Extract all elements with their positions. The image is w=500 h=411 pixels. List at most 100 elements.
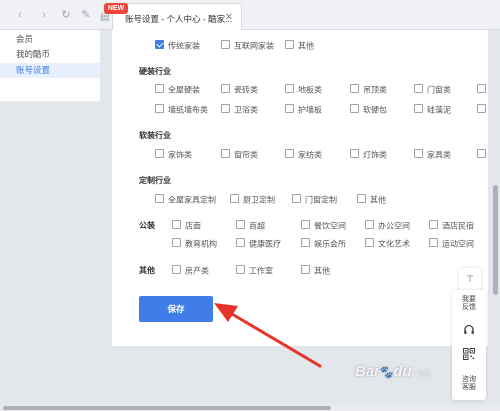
- checkbox-custom[interactable]: 全屋家具定制: [155, 194, 216, 206]
- checkbox-box[interactable]: [221, 104, 230, 114]
- checkbox-box[interactable]: [285, 149, 294, 159]
- checkbox-box[interactable]: [155, 84, 164, 94]
- checkbox-box[interactable]: [301, 265, 310, 275]
- checkbox-soft[interactable]: 灯饰类: [350, 149, 387, 161]
- browser-tab[interactable]: 账号设置 - 个人中心 - 酷家... ✕: [112, 3, 242, 30]
- checkbox-other[interactable]: 其他: [301, 265, 330, 277]
- checkbox-public[interactable]: 酒店民宿: [429, 220, 474, 232]
- checkbox-box[interactable]: [155, 149, 164, 159]
- checkbox-box[interactable]: [172, 238, 181, 248]
- checkbox-hard[interactable]: 护墙板: [285, 104, 322, 116]
- checkbox-hard[interactable]: 卫浴类: [221, 104, 258, 116]
- pin-icon[interactable]: ✎: [80, 9, 92, 21]
- checkbox-hard[interactable]: 软硬包: [350, 104, 387, 116]
- consult-link[interactable]: 咨询 客服: [452, 376, 486, 392]
- checkbox-box[interactable]: [285, 40, 294, 50]
- checkbox-box[interactable]: [429, 220, 438, 230]
- checkbox-public[interactable]: 文化艺术: [365, 238, 410, 250]
- checkbox-box[interactable]: [414, 84, 423, 94]
- checkbox-soft[interactable]: 家具类: [414, 149, 451, 161]
- sidebar: 会员 我的酷币 账号设置: [0, 30, 100, 102]
- checkbox-hard[interactable]: 门窗类: [414, 84, 451, 96]
- forward-icon[interactable]: ›: [38, 9, 50, 21]
- checkbox-box[interactable]: [155, 194, 164, 204]
- checkbox-public[interactable]: 商超: [236, 220, 265, 232]
- checkbox-soft[interactable]: 家饰类: [155, 149, 192, 161]
- checkbox-custom[interactable]: 厨卫定制: [230, 194, 275, 206]
- checkbox-traditional[interactable]: 传统家装: [155, 40, 200, 52]
- checkbox-hard[interactable]: 浴: [477, 84, 488, 96]
- checkbox-public[interactable]: 娱乐会所: [301, 238, 346, 250]
- baidu-watermark: Bai🐾du 经验: [355, 363, 430, 380]
- checkbox-box[interactable]: [477, 104, 486, 114]
- feedback-link[interactable]: 我要 反馈: [452, 296, 486, 312]
- checkbox-box[interactable]: [221, 40, 230, 50]
- checkbox-box[interactable]: [236, 265, 245, 275]
- checkbox-box[interactable]: [221, 84, 230, 94]
- checkbox-other-top[interactable]: 其他: [285, 40, 314, 52]
- sidebar-item-membership[interactable]: 会员: [0, 32, 100, 47]
- checkbox-box[interactable]: [301, 220, 310, 230]
- tab-close-icon[interactable]: ✕: [225, 12, 233, 23]
- checkbox-public[interactable]: 餐饮空间: [301, 220, 346, 232]
- checkbox-hard[interactable]: 硅藻泥: [414, 104, 451, 116]
- checkbox-custom[interactable]: 其他: [357, 194, 386, 206]
- checkbox-soft[interactable]: 家纺类: [285, 149, 322, 161]
- checkbox-public[interactable]: 店面: [172, 220, 201, 232]
- checkbox-box[interactable]: [301, 238, 310, 248]
- checkbox-soft[interactable]: 其: [477, 149, 488, 161]
- checkbox-box[interactable]: [292, 194, 301, 204]
- checkbox-box[interactable]: [172, 220, 181, 230]
- checkbox-box[interactable]: [365, 238, 374, 248]
- qr-code-icon[interactable]: [463, 348, 475, 360]
- checkbox-hard[interactable]: 吊顶类: [350, 84, 387, 96]
- checkbox-custom[interactable]: 门窗定制: [292, 194, 337, 206]
- checkbox-other[interactable]: 房产类: [172, 265, 209, 277]
- checkbox-hard[interactable]: 墙纸墙布类: [155, 104, 208, 116]
- vertical-scroll-thumb[interactable]: [493, 185, 498, 295]
- checkbox-box[interactable]: [365, 220, 374, 230]
- checkbox-box[interactable]: [429, 238, 438, 248]
- checkbox-hard[interactable]: 地板类: [285, 84, 322, 96]
- checkbox-box[interactable]: [172, 265, 181, 275]
- sidebar-item-account-settings[interactable]: 账号设置: [0, 63, 100, 78]
- checkbox-box[interactable]: [155, 40, 164, 50]
- checkbox-box[interactable]: [350, 104, 359, 114]
- headset-icon[interactable]: [463, 324, 475, 336]
- checkbox-public[interactable]: 教育机构: [172, 238, 217, 250]
- back-to-top-button[interactable]: ⊤: [459, 268, 481, 290]
- checkbox-hard[interactable]: 其: [477, 104, 488, 116]
- checkbox-box[interactable]: [155, 104, 164, 114]
- back-icon[interactable]: ‹: [14, 9, 26, 21]
- row-label-public: 公装: [139, 221, 155, 230]
- horizontal-scrollbar[interactable]: [0, 405, 500, 411]
- checkbox-box[interactable]: [236, 220, 245, 230]
- checkbox-box[interactable]: [285, 104, 294, 114]
- checkbox-hard[interactable]: 全屋硬装: [155, 84, 200, 96]
- account-settings-card: 传统家装 互联网家装 其他 硬装行业 全屋硬装 瓷砖类 地板类 吊顶类 门窗类 …: [112, 30, 488, 346]
- checkbox-public[interactable]: 健康医疗: [236, 238, 281, 250]
- horizontal-scroll-thumb[interactable]: [3, 406, 331, 410]
- checkbox-box[interactable]: [230, 194, 239, 204]
- save-button[interactable]: 保存: [139, 296, 213, 322]
- checkbox-soft[interactable]: 窗帘类: [221, 149, 258, 161]
- vertical-scrollbar[interactable]: [491, 30, 500, 405]
- checkbox-box[interactable]: [414, 104, 423, 114]
- checkbox-box[interactable]: [357, 194, 366, 204]
- checkbox-public[interactable]: 办公空间: [365, 220, 410, 232]
- checkbox-box[interactable]: [477, 84, 486, 94]
- refresh-icon[interactable]: ↻: [60, 9, 72, 21]
- checkbox-box[interactable]: [477, 149, 486, 159]
- sidebar-item-coins[interactable]: 我的酷币: [0, 47, 100, 62]
- checkbox-public[interactable]: 运动空间: [429, 238, 474, 250]
- checkbox-box[interactable]: [350, 149, 359, 159]
- checkbox-other[interactable]: 工作室: [236, 265, 273, 277]
- checkbox-box[interactable]: [285, 84, 294, 94]
- checkbox-box[interactable]: [221, 149, 230, 159]
- checkbox-box[interactable]: [350, 84, 359, 94]
- checkbox-box[interactable]: [236, 238, 245, 248]
- checkbox-internet[interactable]: 互联网家装: [221, 40, 274, 52]
- checkbox-hard[interactable]: 瓷砖类: [221, 84, 258, 96]
- new-badge: NEW: [104, 3, 128, 14]
- checkbox-box[interactable]: [414, 149, 423, 159]
